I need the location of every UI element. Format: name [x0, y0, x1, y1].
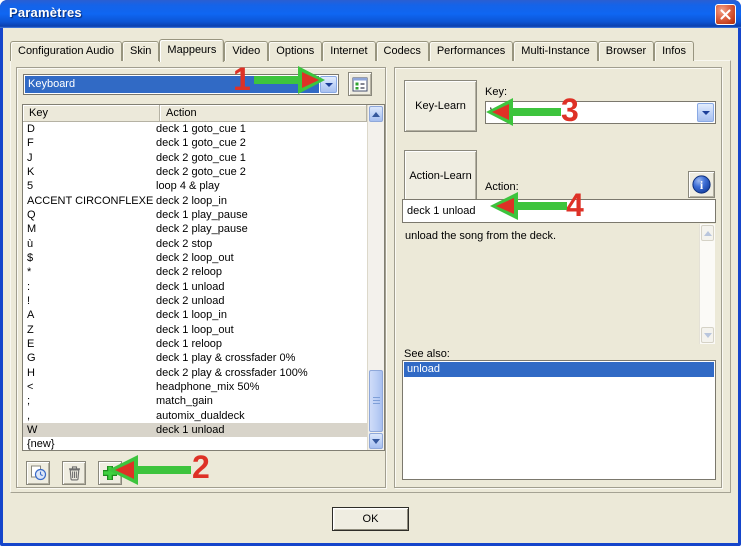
arrow-down-icon: [372, 439, 380, 448]
see-also-label: See also:: [404, 348, 450, 360]
key-dropdown-button[interactable]: [697, 103, 714, 122]
column-header-key[interactable]: Key: [23, 105, 160, 122]
see-also-item[interactable]: unload: [404, 362, 714, 377]
scroll-down-button[interactable]: [701, 327, 714, 343]
tab[interactable]: Mappeurs: [159, 39, 224, 62]
table-row[interactable]: A deck 1 loop_in: [23, 308, 367, 322]
tab[interactable]: Browser: [598, 41, 654, 61]
mapping-table: Key Action D deck 1 goto_cue 1 F: [22, 104, 385, 451]
info-icon: i: [692, 175, 711, 194]
table-row[interactable]: , automix_dualdeck: [23, 409, 367, 423]
action-description: unload the song from the deck.: [405, 230, 695, 242]
tab[interactable]: Video: [224, 41, 268, 61]
key-learn-button[interactable]: Key-Learn: [404, 80, 477, 132]
table-row[interactable]: G deck 1 play & crossfader 0%: [23, 351, 367, 365]
tab[interactable]: Performances: [429, 41, 513, 61]
settings-window: Paramètres Configuration Audio Skin Mapp…: [0, 0, 741, 546]
ok-button[interactable]: OK: [332, 507, 409, 531]
info-button[interactable]: i: [688, 171, 715, 198]
arrow-up-icon: [372, 108, 380, 117]
table-row[interactable]: ; match_gain: [23, 394, 367, 408]
annotation-arrow-4: [487, 189, 567, 223]
annotation-number-2: 2: [192, 450, 210, 484]
tab[interactable]: Codecs: [376, 41, 429, 61]
tab-page-mappeurs: Keyboard: [10, 60, 731, 493]
table-row[interactable]: $ deck 2 loop_out: [23, 251, 367, 265]
table-row[interactable]: : deck 1 unload: [23, 280, 367, 294]
annotation-number-3: 3: [561, 93, 579, 127]
table-row[interactable]: Q deck 1 play_pause: [23, 208, 367, 222]
description-scrollbar[interactable]: [699, 224, 715, 344]
tab-bar: Configuration Audio Skin Mappeurs Video …: [10, 38, 694, 61]
table-row[interactable]: ù deck 2 stop: [23, 237, 367, 251]
table-row[interactable]: W deck 1 unload: [23, 423, 367, 437]
tab[interactable]: Options: [268, 41, 322, 61]
trash-icon: [67, 465, 82, 481]
scrollbar-thumb[interactable]: [369, 370, 383, 432]
table-row[interactable]: E deck 1 reloop: [23, 337, 367, 351]
table-row[interactable]: < headphone_mix 50%: [23, 380, 367, 394]
table-row[interactable]: H deck 2 play & crossfader 100%: [23, 366, 367, 380]
table-row[interactable]: K deck 2 goto_cue 2: [23, 165, 367, 179]
scroll-up-button[interactable]: [701, 225, 714, 241]
grip-icon: [373, 397, 380, 405]
tab[interactable]: Internet: [322, 41, 375, 61]
mapper-panel: Keyboard: [16, 67, 386, 488]
tab[interactable]: Multi-Instance: [513, 41, 597, 61]
table-row[interactable]: * deck 2 reloop: [23, 265, 367, 279]
arrow-down-icon: [704, 333, 712, 342]
window-title: Paramètres: [9, 5, 82, 20]
annotation-arrow-3: [483, 95, 561, 129]
annotation-number-4: 4: [566, 188, 584, 222]
annotation-arrow-1: [254, 62, 328, 98]
learn-panel: Key-Learn Key: W Action-Learn Action:: [394, 67, 722, 488]
table-row[interactable]: D deck 1 goto_cue 1: [23, 122, 367, 136]
delete-mapping-button[interactable]: [62, 461, 86, 485]
table-row[interactable]: J deck 2 goto_cue 1: [23, 151, 367, 165]
reset-icon: [30, 465, 47, 481]
column-header-action[interactable]: Action: [160, 105, 367, 122]
scroll-down-button[interactable]: [369, 433, 383, 449]
titlebar[interactable]: Paramètres: [0, 0, 741, 28]
tab[interactable]: Infos: [654, 41, 694, 61]
arrow-up-icon: [704, 227, 712, 236]
annotation-number-1: 1: [233, 62, 251, 96]
table-row[interactable]: F deck 1 goto_cue 2: [23, 136, 367, 150]
table-row[interactable]: 5 loop 4 & play: [23, 179, 367, 193]
properties-icon: [352, 77, 368, 92]
table-row[interactable]: Z deck 1 loop_out: [23, 323, 367, 337]
close-button[interactable]: [715, 4, 736, 25]
table-header: Key Action: [23, 105, 367, 122]
chevron-down-icon: [702, 111, 710, 115]
table-scrollbar[interactable]: [367, 105, 384, 450]
action-learn-button[interactable]: Action-Learn: [404, 150, 477, 202]
tab[interactable]: Configuration Audio: [10, 41, 122, 61]
mapper-properties-button[interactable]: [348, 72, 372, 96]
reset-mapping-button[interactable]: [26, 461, 50, 485]
scroll-up-button[interactable]: [369, 106, 383, 122]
tab[interactable]: Skin: [122, 41, 159, 61]
table-row[interactable]: ACCENT CIRCONFLEXE deck 2 loop_in: [23, 194, 367, 208]
table-row[interactable]: ! deck 2 unload: [23, 294, 367, 308]
annotation-arrow-2: [105, 451, 191, 489]
mapping-rows: D deck 1 goto_cue 1 F deck 1 goto_cue 2 …: [23, 122, 367, 450]
see-also-list[interactable]: unload: [402, 360, 716, 480]
table-row[interactable]: M deck 2 play_pause: [23, 222, 367, 236]
close-icon: [720, 9, 731, 20]
